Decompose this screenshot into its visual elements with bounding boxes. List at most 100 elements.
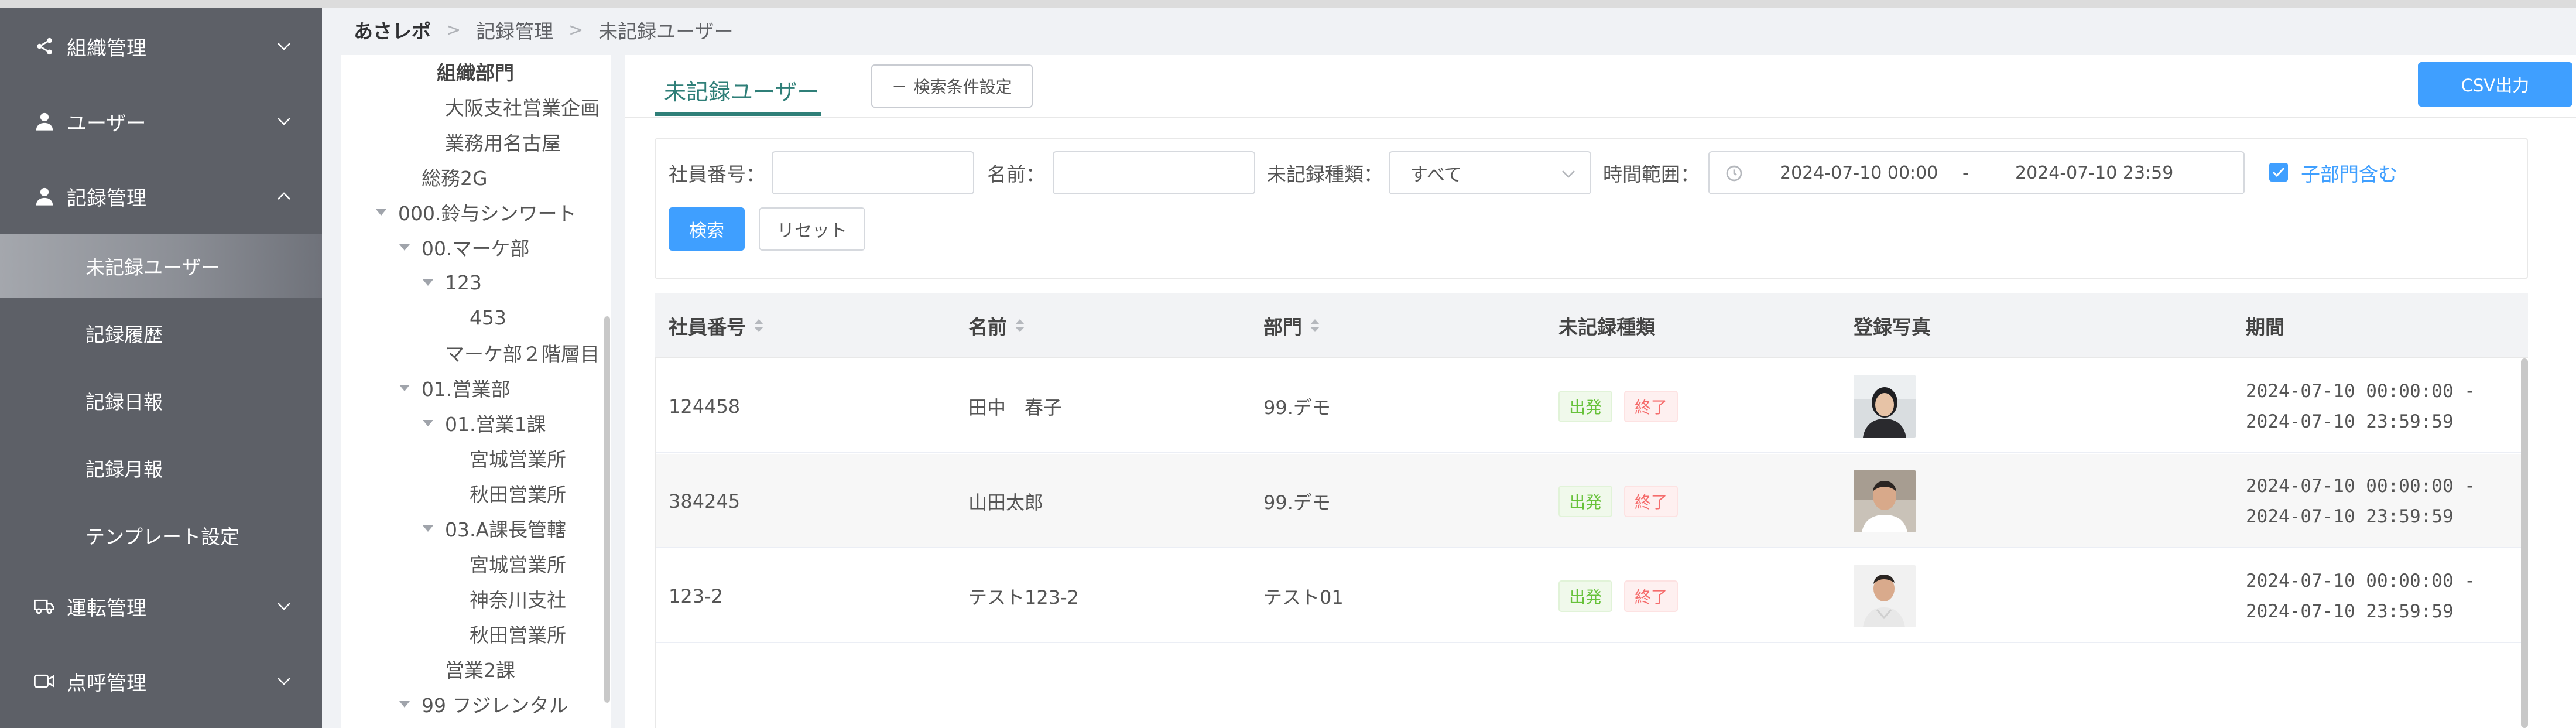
- tree-scrollbar[interactable]: [604, 316, 610, 703]
- tree-node[interactable]: マーケ部２階層目: [445, 336, 600, 369]
- tree-node[interactable]: 営業2課: [445, 652, 515, 685]
- unrecorded-type-label: 未記録種類：: [1267, 163, 1383, 186]
- user-photo[interactable]: [1854, 565, 1916, 627]
- tree-node-label: 99 フジレンタル: [422, 694, 568, 717]
- caret-down-icon[interactable]: [376, 209, 386, 216]
- chevron-down-icon: [274, 36, 294, 56]
- user-photo[interactable]: [1854, 375, 1916, 438]
- sidebar-item-rollcall[interactable]: 点呼管理: [0, 649, 322, 713]
- breadcrumb: あさレポ > 記録管理 > 未記録ユーザー: [354, 14, 734, 46]
- chevron-down-icon: [274, 596, 294, 616]
- caret-down-icon[interactable]: [423, 279, 433, 286]
- caret-down-icon[interactable]: [399, 244, 410, 251]
- tree-node-label: 01.営業部: [422, 378, 511, 401]
- search-button[interactable]: 検索: [669, 207, 745, 251]
- table-header: 社員番号 名前 部門 未記録種類 登録写真 期間: [655, 293, 2528, 358]
- column-header-label: 名前: [968, 316, 1007, 339]
- tab-unrecorded-users[interactable]: 未記録ユーザー: [655, 64, 828, 115]
- user-photo[interactable]: [1854, 470, 1916, 532]
- chevron-up-icon: [274, 186, 294, 206]
- employee-no-label: 社員番号：: [669, 163, 765, 186]
- tree-node[interactable]: 大阪支社営業企画: [445, 90, 600, 123]
- caret-down-icon[interactable]: [399, 700, 410, 708]
- tree-node[interactable]: 組織部門: [437, 55, 514, 88]
- time-range-label: 時間範囲：: [1603, 163, 1700, 186]
- sort-icon[interactable]: [754, 319, 763, 332]
- date-range-separator: -: [1962, 162, 1969, 183]
- reset-button[interactable]: リセット: [759, 207, 865, 251]
- caret-down-icon[interactable]: [423, 419, 433, 426]
- name-label: 名前：: [987, 163, 1045, 186]
- tree-node[interactable]: 01.営業部: [399, 371, 510, 404]
- breadcrumb-item-home[interactable]: あさレポ: [354, 16, 431, 44]
- employee-no-input[interactable]: [772, 151, 974, 194]
- column-header-period: 期間: [2246, 316, 2284, 339]
- period-start: 2024-07-10 00:00:00 -: [2246, 476, 2475, 497]
- date-range-end[interactable]: 2024-07-10 23:59: [2015, 152, 2173, 193]
- tree-node[interactable]: 宮城営業所: [470, 442, 566, 474]
- video-icon: [33, 669, 56, 693]
- table-row[interactable]: 384245 山田太郎 99.デモ 出発 終了 2024-07-10 00:00…: [655, 454, 2528, 548]
- caret-down-icon[interactable]: [423, 525, 433, 532]
- tree-node[interactable]: 業務用名古屋: [445, 125, 561, 158]
- tree-node[interactable]: 00.マーケ部: [399, 231, 529, 264]
- sort-icon[interactable]: [1015, 319, 1025, 332]
- table-row[interactable]: 123-2 テスト123-2 テスト01 出発 終了 2024-07-10 00…: [655, 549, 2528, 643]
- sort-icon[interactable]: [1310, 319, 1320, 332]
- include-sub-departments-label[interactable]: 子部門含む: [2301, 151, 2397, 194]
- table-scrollbar[interactable]: [2521, 358, 2528, 728]
- cell-period: 2024-07-10 00:00:00 - 2024-07-10 23:59:5…: [2246, 549, 2475, 643]
- tree-node[interactable]: 宮城営業所: [470, 547, 566, 580]
- sidebar-subitem-record-history[interactable]: 記録履歴: [0, 301, 322, 365]
- sidebar-subitem-monthly-report[interactable]: 記録月報: [0, 436, 322, 500]
- include-sub-departments-checkbox[interactable]: [2269, 163, 2288, 182]
- sidebar-subitem-unrecorded-users[interactable]: 未記録ユーザー: [0, 234, 322, 298]
- column-header-label: 社員番号: [669, 316, 746, 339]
- tree-node[interactable]: 総務2G: [422, 160, 488, 193]
- tree-node[interactable]: 神奈川支社: [470, 582, 566, 615]
- period-start: 2024-07-10 00:00:00 -: [2246, 570, 2475, 592]
- sidebar-item-records[interactable]: 記録管理: [0, 164, 322, 228]
- toggle-search-conditions-label: 検索条件設定: [913, 77, 1012, 97]
- cell-period: 2024-07-10 00:00:00 - 2024-07-10 23:59:5…: [2246, 454, 2475, 548]
- tree-node[interactable]: 99 フジレンタル: [399, 688, 568, 720]
- column-header-label: 部門: [1263, 316, 1302, 339]
- user-icon: [33, 184, 56, 208]
- name-input[interactable]: [1053, 151, 1255, 194]
- column-header-name[interactable]: 名前: [968, 293, 1025, 358]
- caret-down-icon[interactable]: [399, 384, 410, 391]
- period-end: 2024-07-10 23:59:59: [2246, 601, 2454, 622]
- column-header-department[interactable]: 部門: [1263, 293, 1320, 358]
- table-left-border: [655, 358, 656, 728]
- unrecorded-type-select[interactable]: すべて: [1389, 151, 1591, 194]
- sidebar-subitem-daily-report[interactable]: 記録日報: [0, 368, 322, 433]
- tree-node[interactable]: 03.A課長管轄: [423, 512, 566, 545]
- cell-department: 99.デモ: [1263, 397, 1331, 419]
- chevron-down-icon: [274, 671, 294, 691]
- column-header-employee-no[interactable]: 社員番号: [669, 293, 763, 358]
- sidebar-item-organization[interactable]: 組織管理: [0, 14, 322, 78]
- cell-employee-no: 124458: [669, 395, 741, 418]
- clock-icon: [1725, 164, 1743, 183]
- tree-node[interactable]: 123: [423, 266, 482, 299]
- sidebar-item-driving[interactable]: 運転管理: [0, 574, 322, 638]
- tree-node[interactable]: 000.鈴与シンワート: [376, 196, 576, 228]
- tree-node[interactable]: 01.営業1課: [423, 406, 546, 439]
- cell-unrecorded-type: 出発 終了: [1558, 549, 1690, 643]
- column-header-photo: 登録写真: [1854, 316, 1931, 339]
- date-range-start[interactable]: 2024-07-10 00:00: [1780, 152, 1938, 193]
- tree-node[interactable]: 453: [470, 301, 506, 334]
- sidebar-subitem-template-settings[interactable]: テンプレート設定: [0, 503, 322, 568]
- period-end: 2024-07-10 23:59:59: [2246, 411, 2454, 432]
- tree-node-label: 03.A課長管轄: [445, 518, 567, 541]
- tag-departure: 出発: [1558, 580, 1613, 612]
- csv-export-button[interactable]: CSV出力: [2418, 62, 2572, 107]
- tab-active-indicator: [655, 112, 821, 116]
- tree-node[interactable]: 秋田営業所: [470, 617, 566, 650]
- toggle-search-conditions-button[interactable]: − 検索条件設定: [871, 64, 1033, 108]
- breadcrumb-item-records[interactable]: 記録管理: [476, 16, 553, 44]
- tree-node[interactable]: 秋田営業所: [470, 477, 566, 510]
- date-range-picker[interactable]: 2024-07-10 00:00 - 2024-07-10 23:59: [1708, 151, 2245, 194]
- table-row[interactable]: 124458 田中 春子 99.デモ 出発 終了 2024-07-10 00:0…: [655, 360, 2528, 453]
- sidebar-item-users[interactable]: ユーザー: [0, 89, 322, 153]
